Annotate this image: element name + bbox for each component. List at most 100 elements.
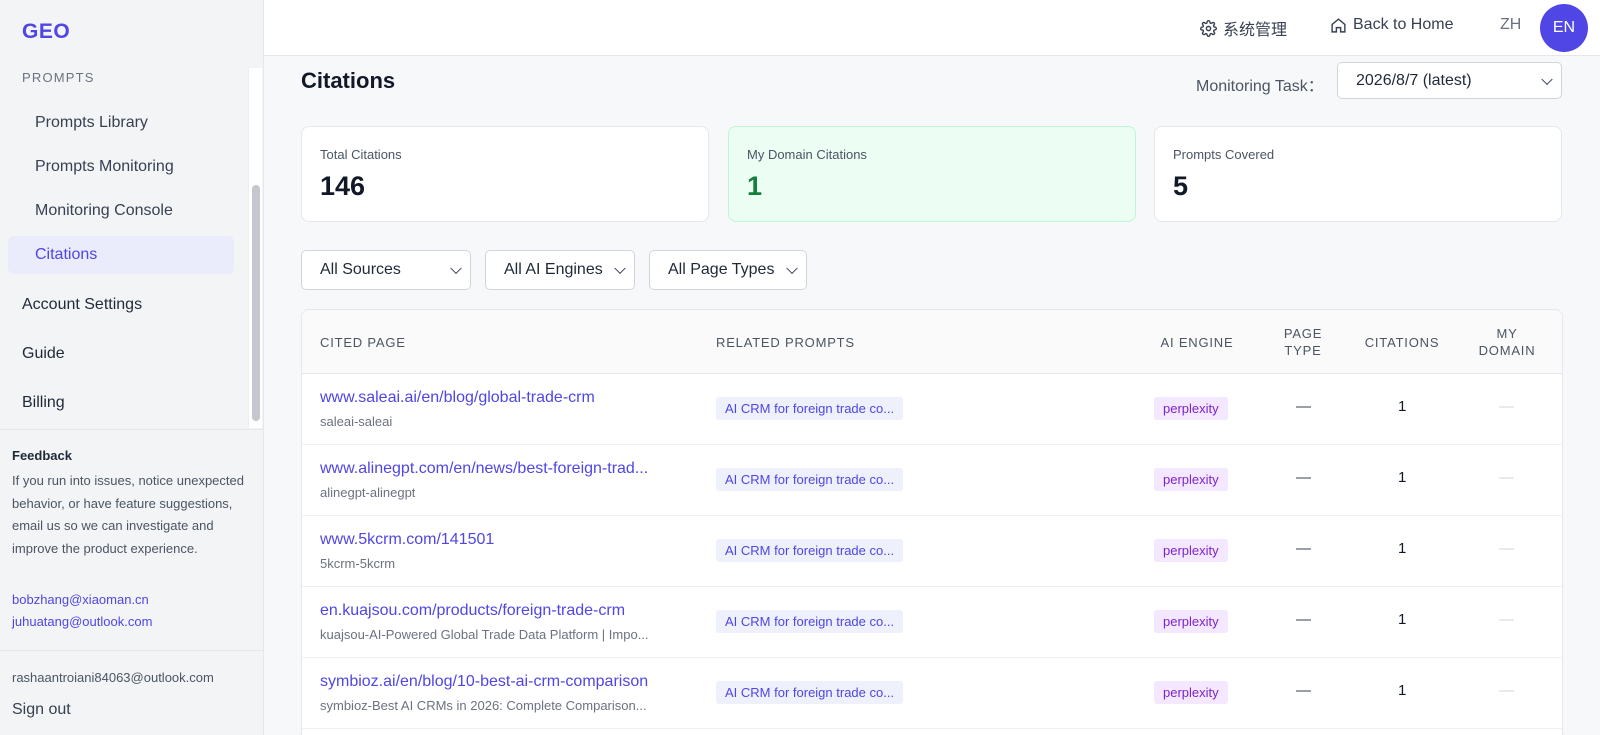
back-to-home-link[interactable]: Back to Home	[1330, 16, 1453, 34]
stat-label: Total Citations	[320, 147, 402, 162]
my-domain-value: —	[1499, 682, 1514, 699]
sidebar-item-guide[interactable]: Guide	[22, 345, 65, 363]
sidebar-divider	[0, 650, 264, 651]
monitoring-task-select[interactable]: 2026/8/7 (latest)	[1337, 62, 1562, 99]
sidebar-item-account-settings[interactable]: Account Settings	[22, 296, 142, 314]
cited-page-link[interactable]: www.alinegpt.com/en/news/best-foreign-tr…	[320, 460, 648, 478]
system-admin-link[interactable]: 系统管理	[1200, 16, 1287, 40]
feedback-email-link[interactable]: juhuatang@outlook.com	[12, 614, 152, 629]
column-header-my-domain-line2: DOMAIN	[1478, 343, 1536, 358]
feedback-text: If you run into issues, notice unexpecte…	[12, 473, 244, 556]
my-domain-value: —	[1499, 398, 1514, 415]
column-header-citations[interactable]: CITATIONS	[1342, 334, 1462, 351]
table-row: www.saleai.ai/en/blog/global-trade-crm s…	[302, 374, 1562, 445]
monitoring-task-label: Monitoring Task：	[1196, 78, 1324, 95]
chevron-down-icon	[1541, 73, 1553, 85]
cited-page-source: saleai-saleai	[320, 414, 393, 429]
ai-engine-badge: perplexity	[1154, 610, 1228, 633]
cited-page-link[interactable]: en.kuajsou.com/products/foreign-trade-cr…	[320, 602, 625, 620]
lang-en-button[interactable]: EN	[1540, 4, 1588, 52]
my-domain-value: —	[1499, 540, 1514, 557]
top-bar: 系统管理 Back to Home ZH EN	[264, 0, 1600, 56]
page-type-value: —	[1296, 682, 1311, 699]
column-header-ai-engine[interactable]: AI ENGINE	[1142, 334, 1252, 351]
column-header-related-prompts[interactable]: RELATED PROMPTS	[716, 334, 855, 351]
ai-engine-badge: perplexity	[1154, 468, 1228, 491]
engine-filter-value: All AI Engines	[504, 261, 603, 278]
cited-page-source: symbioz-Best AI CRMs in 2026: Complete C…	[320, 698, 647, 713]
feedback-email-link[interactable]: bobzhang@xiaoman.cn	[12, 592, 149, 607]
citations-count: 1	[1398, 398, 1407, 415]
source-filter-select[interactable]: All Sources	[301, 250, 471, 290]
column-header-cited-page[interactable]: CITED PAGE	[320, 334, 406, 351]
cited-page-link[interactable]: www.saleai.ai/en/blog/global-trade-crm	[320, 389, 595, 407]
sidebar-item-billing[interactable]: Billing	[22, 394, 65, 412]
stat-label: Prompts Covered	[1173, 147, 1275, 162]
table-row: www.alinegpt.com/en/news/best-foreign-tr…	[302, 445, 1562, 516]
stat-card-prompts-covered: Prompts Covered 5	[1154, 126, 1562, 222]
cited-page-source: alinegpt-alinegpt	[320, 485, 416, 500]
app-logo[interactable]: GEO	[22, 20, 70, 44]
stat-label: My Domain Citations	[747, 147, 867, 162]
table-row: www.5kcrm.com/141501 5kcrm-5kcrm AI CRM …	[302, 516, 1562, 587]
source-filter-value: All Sources	[320, 261, 401, 278]
column-header-page-type-line2: TYPE	[1284, 343, 1322, 358]
page-type-value: —	[1296, 540, 1311, 557]
lang-zh-button[interactable]: ZH	[1500, 16, 1521, 34]
citations-table: CITED PAGE RELATED PROMPTS AI ENGINE PAG…	[301, 309, 1563, 735]
page-type-value: —	[1296, 398, 1311, 415]
page-type-value: —	[1296, 611, 1311, 628]
related-prompt-tag[interactable]: AI CRM for foreign trade co...	[716, 681, 904, 704]
stat-value: 1	[747, 171, 763, 201]
cited-page-source: 5kcrm-5kcrm	[320, 556, 396, 571]
my-domain-value: —	[1499, 469, 1514, 486]
citations-count: 1	[1398, 540, 1407, 557]
column-header-page-type-line1: PAGE	[1283, 326, 1323, 341]
related-prompt-tag[interactable]: AI CRM for foreign trade co...	[716, 397, 904, 420]
cited-page-link[interactable]: symbioz.ai/en/blog/10-best-ai-crm-compar…	[320, 673, 648, 691]
home-icon	[1331, 17, 1346, 33]
table-header-row: CITED PAGE RELATED PROMPTS AI ENGINE PAG…	[302, 310, 1562, 374]
engine-filter-select[interactable]: All AI Engines	[485, 250, 635, 290]
related-prompt-tag[interactable]: AI CRM for foreign trade co...	[716, 539, 904, 562]
citations-count: 1	[1398, 611, 1407, 628]
stat-value: 5	[1173, 171, 1189, 201]
back-to-home-label: Back to Home	[1353, 16, 1454, 33]
sidebar-divider	[0, 429, 264, 430]
column-header-my-domain[interactable]: MY DOMAIN	[1462, 325, 1552, 359]
column-header-page-type[interactable]: PAGE TYPE	[1268, 325, 1338, 359]
stat-value: 146	[320, 171, 366, 201]
chevron-down-icon	[786, 262, 798, 275]
sidebar-item-prompts-library[interactable]: Prompts Library	[8, 104, 234, 142]
sidebar-scrollbar-thumb[interactable]	[252, 185, 260, 421]
sidebar-scrollbar[interactable]	[248, 68, 262, 428]
feedback-title: Feedback	[12, 448, 72, 463]
table-row: en.kuajsou.com/products/foreign-trade-cr…	[302, 587, 1562, 658]
related-prompt-tag[interactable]: AI CRM for foreign trade co...	[716, 468, 904, 491]
table-row: symbioz.ai/en/blog/10-best-ai-crm-compar…	[302, 658, 1562, 729]
citations-count: 1	[1398, 469, 1407, 486]
page-type-value: —	[1296, 469, 1311, 486]
stat-card-my-domain-citations: My Domain Citations 1	[728, 126, 1136, 222]
gear-icon	[1200, 19, 1217, 37]
page-type-filter-value: All Page Types	[668, 261, 775, 278]
ai-engine-badge: perplexity	[1154, 397, 1228, 420]
page-type-filter-select[interactable]: All Page Types	[649, 250, 807, 290]
cited-page-link[interactable]: www.5kcrm.com/141501	[320, 531, 494, 549]
cited-page-source: kuajsou-AI-Powered Global Trade Data Pla…	[320, 627, 649, 642]
page-title: Citations	[301, 68, 396, 93]
citations-count: 1	[1398, 682, 1407, 699]
sidebar-item-prompts-monitoring[interactable]: Prompts Monitoring	[8, 148, 234, 186]
sign-out-button[interactable]: Sign out	[12, 701, 71, 719]
my-domain-value: —	[1499, 611, 1514, 628]
system-admin-label: 系统管理	[1223, 22, 1288, 39]
sidebar-nav: PROMPTS Prompts Library Prompts Monitori…	[0, 68, 264, 428]
column-header-my-domain-line1: MY	[1496, 326, 1518, 341]
chevron-down-icon	[450, 262, 462, 275]
related-prompt-tag[interactable]: AI CRM for foreign trade co...	[716, 610, 904, 633]
ai-engine-badge: perplexity	[1154, 681, 1228, 704]
stat-card-total-citations: Total Citations 146	[301, 126, 709, 222]
chevron-down-icon	[614, 262, 626, 275]
sidebar-item-citations[interactable]: Citations	[8, 236, 234, 274]
sidebar-item-monitoring-console[interactable]: Monitoring Console	[8, 192, 234, 230]
